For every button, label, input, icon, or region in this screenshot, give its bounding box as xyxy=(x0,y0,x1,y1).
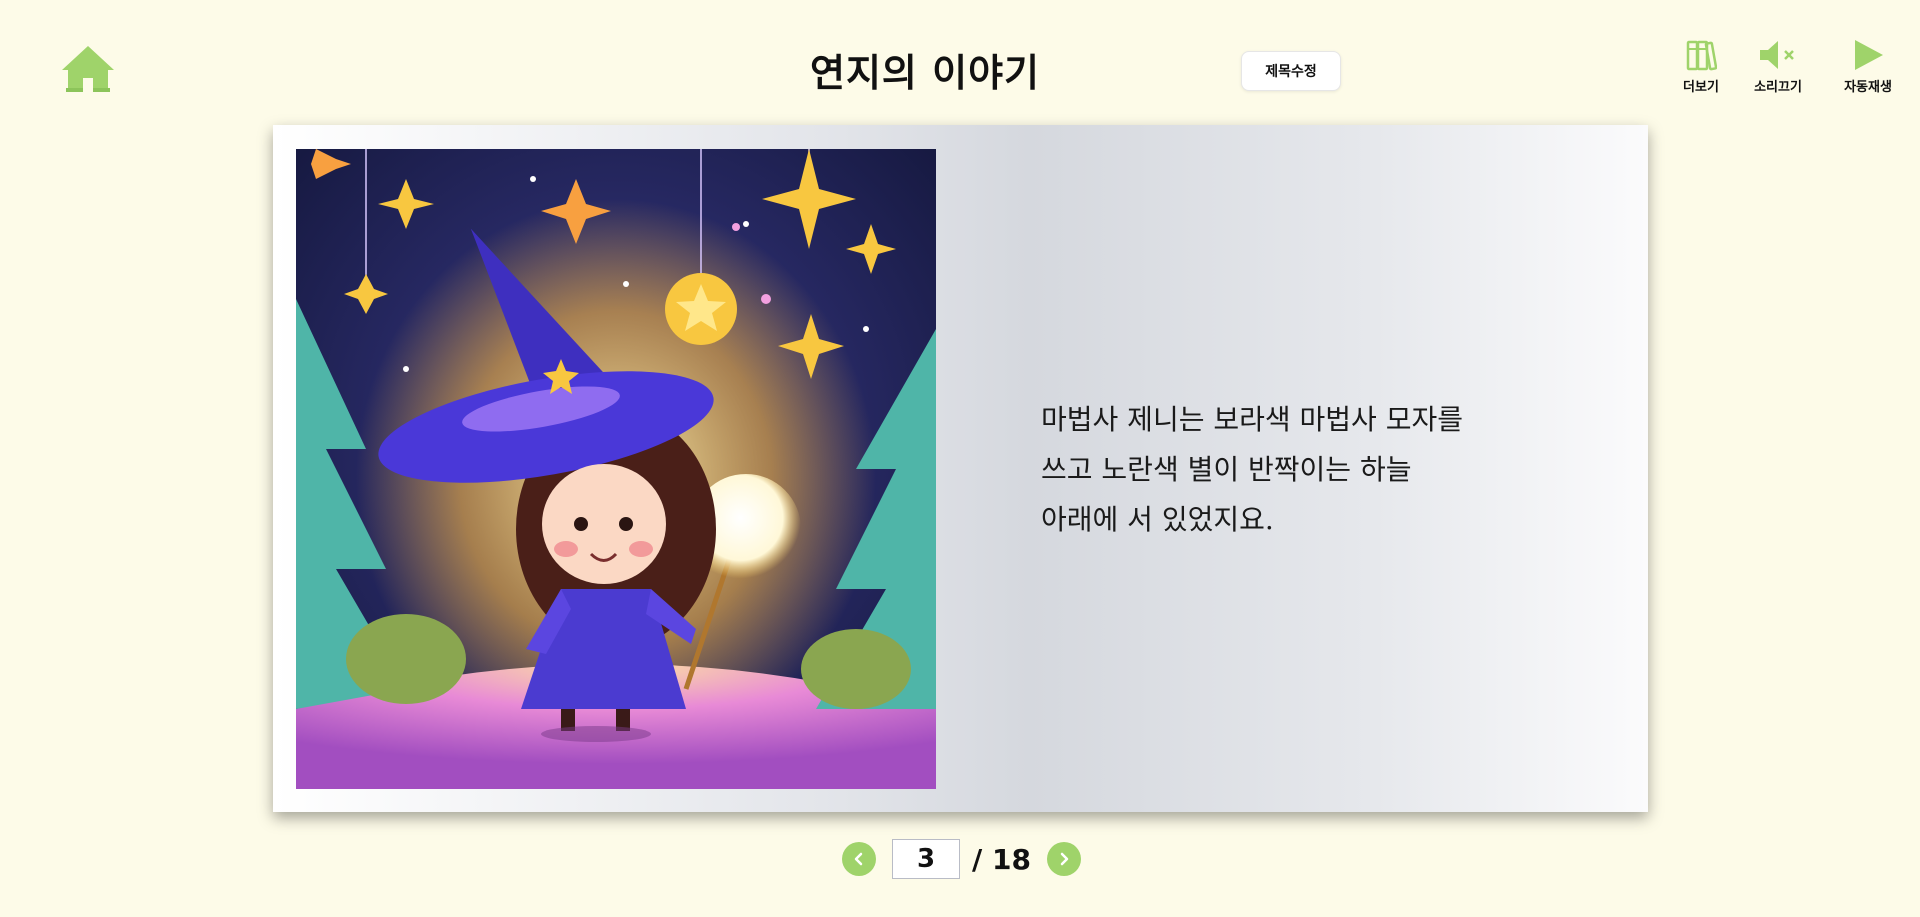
book-page: 마법사 제니는 보라색 마법사 모자를 쓰고 노란색 별이 반짝이는 하늘 아래… xyxy=(273,125,1648,812)
home-icon xyxy=(62,46,114,92)
story-line: 쓰고 노란색 별이 반짝이는 하늘 xyxy=(1041,453,1412,486)
pagination: / 18 xyxy=(842,838,1081,880)
sound-off-label: 소리끄기 xyxy=(1754,80,1802,95)
sound-off-button[interactable]: 소리끄기 xyxy=(1740,38,1816,95)
books-icon xyxy=(1686,40,1717,71)
story-text: 마법사 제니는 보라색 마법사 모자를 쓰고 노란색 별이 반짝이는 하늘 아래… xyxy=(1041,395,1601,545)
prev-page-button[interactable] xyxy=(842,842,876,876)
story-line: 마법사 제니는 보라색 마법사 모자를 xyxy=(1041,403,1464,436)
home-button[interactable] xyxy=(60,44,116,94)
autoplay-button[interactable]: 자동재생 xyxy=(1824,38,1912,95)
next-page-button[interactable] xyxy=(1046,842,1081,876)
more-button[interactable]: 더보기 xyxy=(1672,38,1730,95)
chevron-left-icon xyxy=(854,852,863,866)
story-illustration xyxy=(296,149,936,789)
play-icon xyxy=(1855,40,1883,70)
edit-title-button[interactable]: 제목수정 xyxy=(1241,51,1341,91)
speaker-mute-icon xyxy=(1760,41,1794,69)
autoplay-label: 자동재생 xyxy=(1844,80,1892,95)
page-number-input[interactable] xyxy=(892,839,960,879)
more-label: 더보기 xyxy=(1683,80,1719,95)
page-title: 연지의 이야기 xyxy=(810,51,1040,95)
story-line: 아래에 서 있었지요. xyxy=(1041,503,1274,536)
chevron-right-icon xyxy=(1060,852,1069,866)
page-total: / 18 xyxy=(972,842,1031,876)
